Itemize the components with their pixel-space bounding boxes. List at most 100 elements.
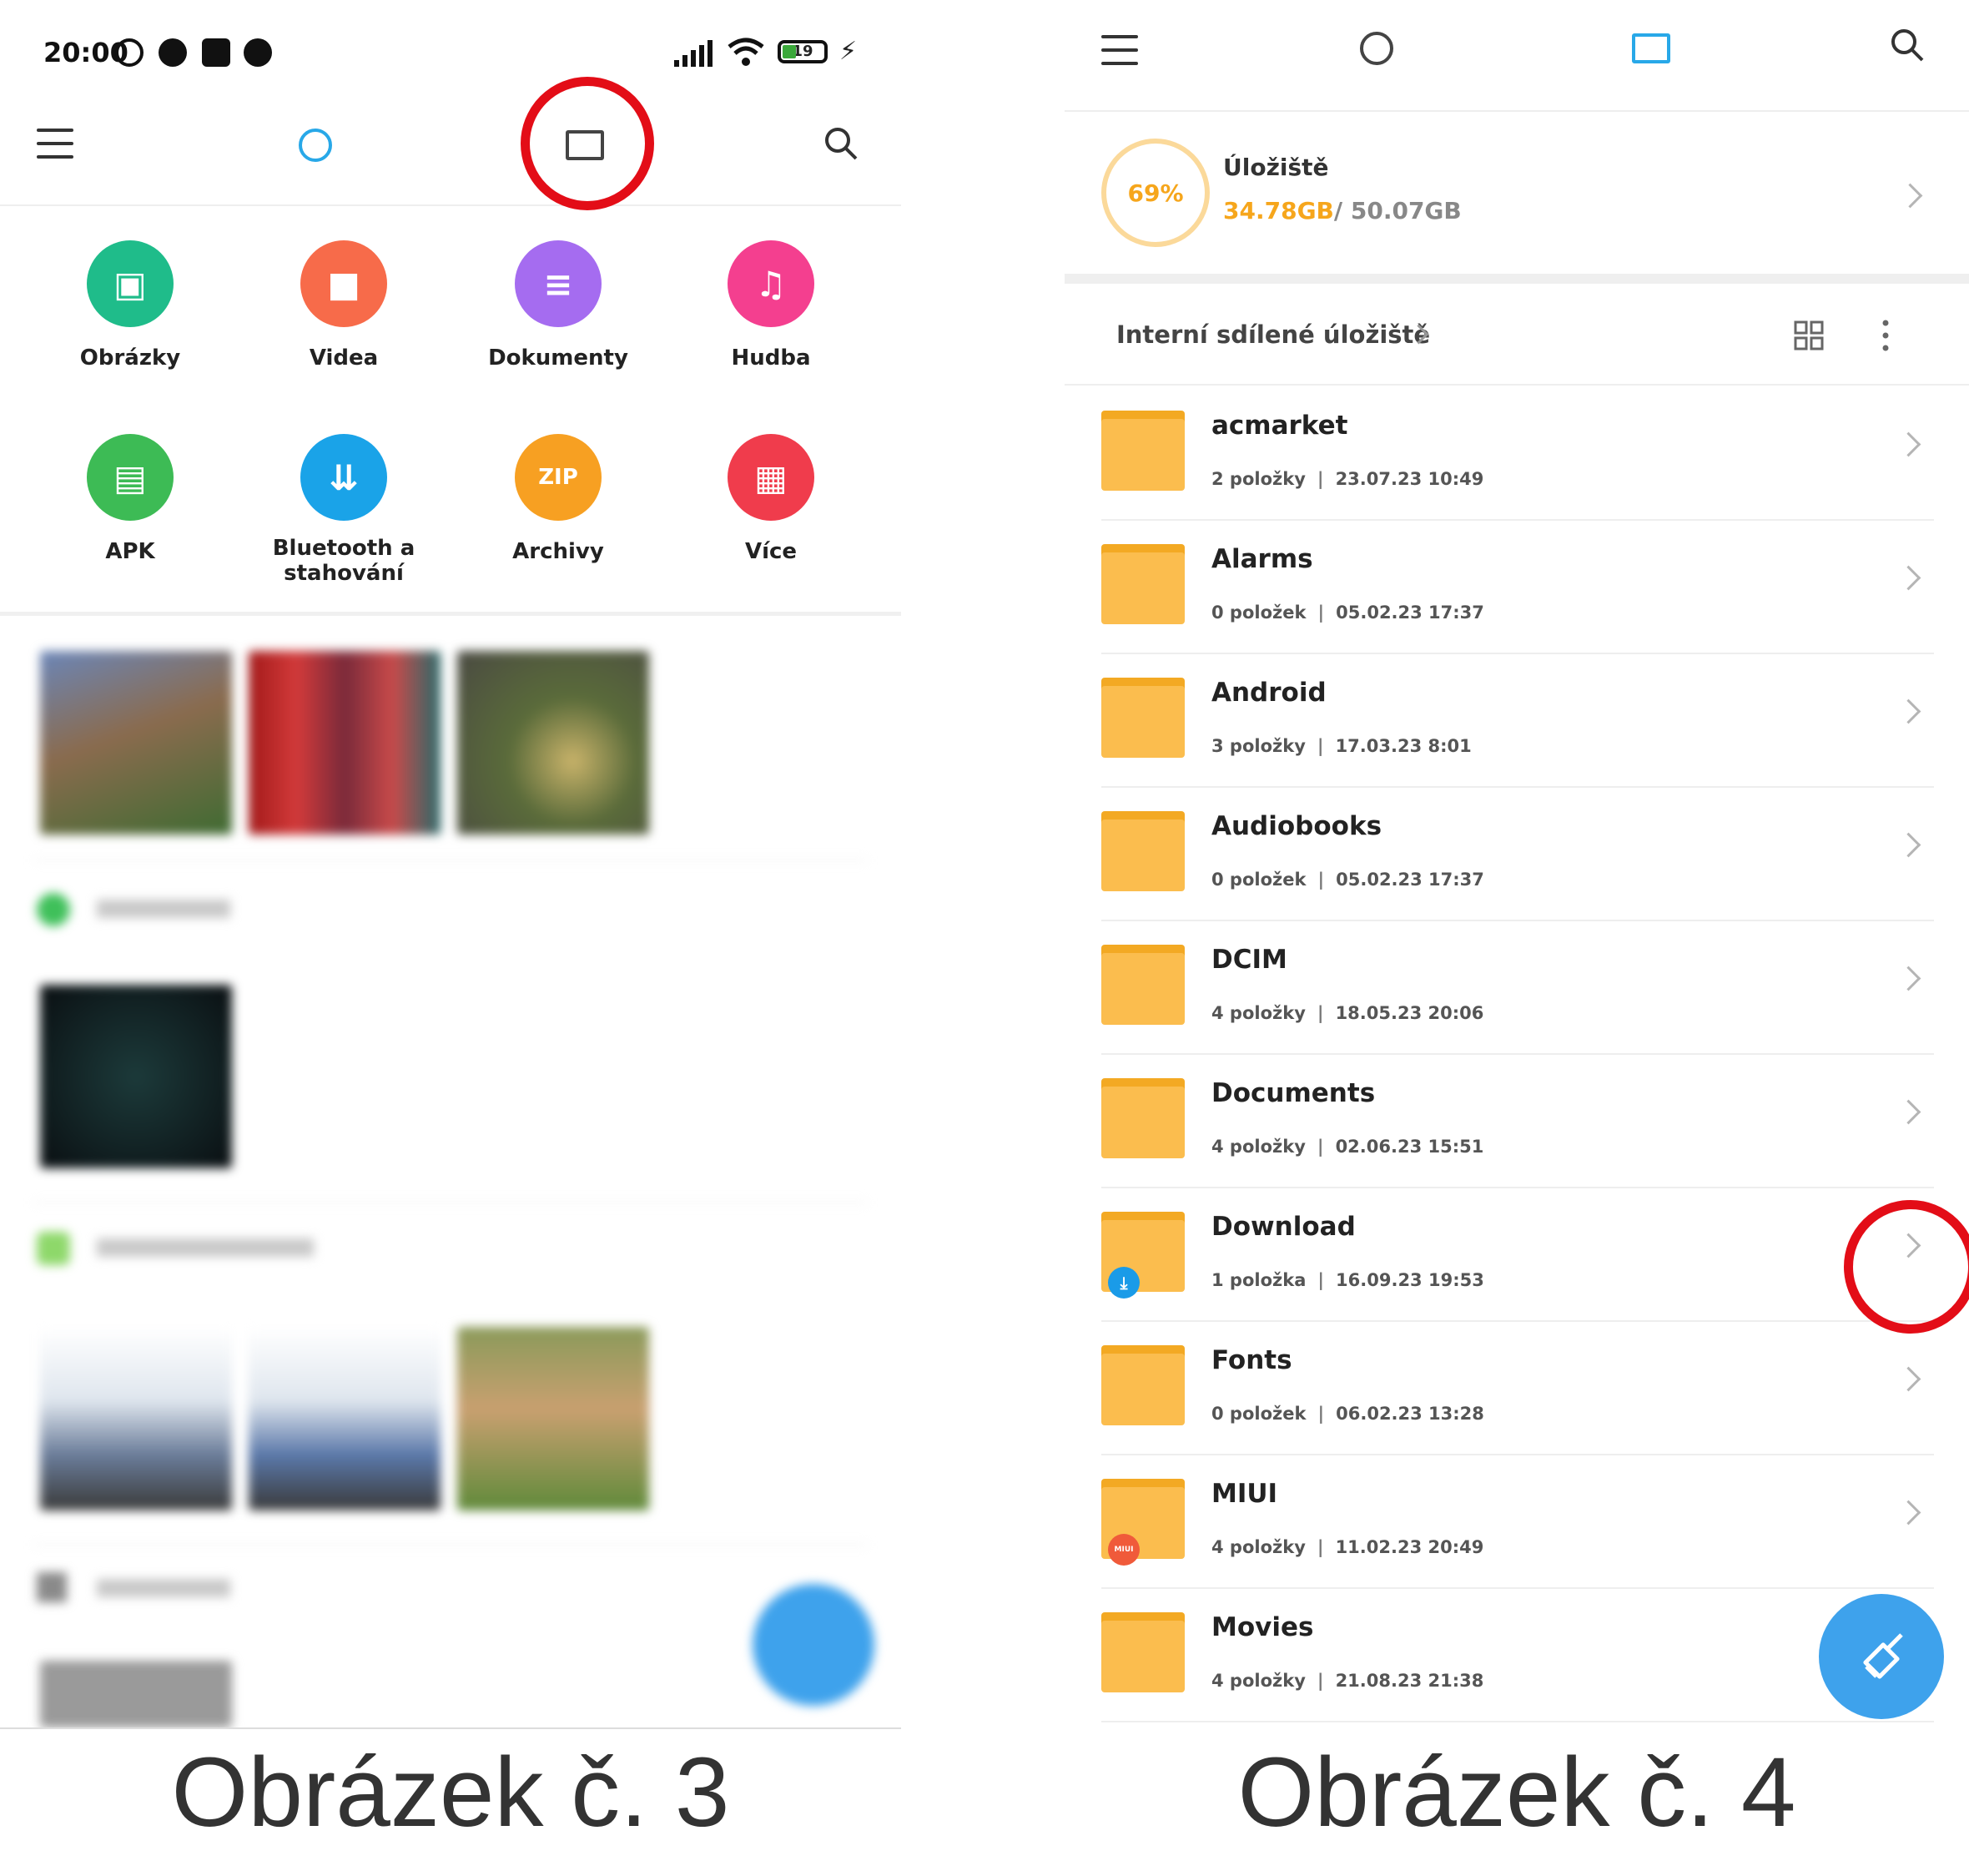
category-music[interactable]: ♫ Hudba [675, 240, 867, 371]
folder-meta: 4 položky | 11.02.23 20:49 [1211, 1537, 1484, 1557]
recent-thumbnail[interactable] [249, 1327, 441, 1510]
download-icon: ⇊ [300, 434, 387, 521]
folder-icon [1101, 1612, 1185, 1692]
image-icon: ▣ [87, 240, 174, 327]
category-apk[interactable]: ▤ APK [34, 434, 226, 564]
storage-card[interactable]: 69% Úložiště 34.78GB/ 50.07GB [1065, 112, 1969, 274]
folder-meta: 0 položek | 05.02.23 17:37 [1211, 603, 1484, 623]
recent-thumbnail[interactable] [40, 1661, 232, 1727]
recent-thumbnail[interactable] [457, 1327, 649, 1510]
category-videos[interactable]: ■ Videa [248, 240, 440, 371]
modified-date: 06.02.23 13:28 [1336, 1404, 1484, 1424]
search-icon[interactable] [1891, 28, 1924, 62]
menu-icon[interactable] [1101, 35, 1138, 75]
folder-meta: 4 položky | 18.05.23 20:06 [1211, 1003, 1484, 1023]
folder-icon [1101, 544, 1185, 624]
document-icon: ≡ [515, 240, 602, 327]
recent-thumbnail[interactable] [40, 1327, 232, 1510]
more-vert-icon[interactable] [1881, 319, 1891, 352]
folder-row-android[interactable]: Android 3 položky | 17.03.23 8:01 [1101, 653, 1934, 788]
folder-name: Audiobooks [1211, 811, 1382, 841]
category-images[interactable]: ▣ Obrázky [34, 240, 226, 371]
chevron-right-icon [1896, 565, 1921, 591]
folder-row-download[interactable]: ⤓ Download 1 položka | 16.09.23 19:53 [1101, 1187, 1934, 1322]
folder-row-alarms[interactable]: Alarms 0 položek | 05.02.23 17:37 [1101, 519, 1934, 654]
divider [33, 1202, 868, 1203]
wifi-icon [728, 38, 764, 66]
signal-icon [674, 40, 713, 67]
video-icon: ■ [300, 240, 387, 327]
folder-icon [1101, 1345, 1185, 1425]
modified-date: 11.02.23 20:49 [1335, 1537, 1484, 1557]
section-title-placeholder [97, 1579, 230, 1597]
recent-clock-icon[interactable] [299, 129, 332, 162]
folder-row-dcim[interactable]: DCIM 4 položky | 18.05.23 20:06 [1101, 920, 1934, 1055]
item-count: 3 položky [1211, 736, 1306, 756]
folder-meta: 3 položky | 17.03.23 8:01 [1211, 736, 1472, 756]
recent-thumbnail[interactable] [249, 651, 441, 835]
alarm-icon [115, 38, 144, 67]
category-archives[interactable]: ZIP Archivy [462, 434, 654, 564]
breadcrumb-current[interactable]: Interní sdílené úložiště [1116, 320, 1430, 349]
chevron-right-icon [1896, 1500, 1921, 1526]
storage-title: Úložiště [1223, 154, 1329, 181]
recent-thumbnail[interactable] [40, 651, 232, 835]
battery-indicator: 19 [778, 40, 828, 63]
folder-icon [1101, 811, 1185, 891]
folder-row-fonts[interactable]: Fonts 0 položek | 06.02.23 13:28 [1101, 1320, 1934, 1455]
modified-date: 02.06.23 15:51 [1335, 1137, 1484, 1157]
item-count: 4 položky [1211, 1003, 1306, 1023]
breadcrumb: Interní sdílené úložiště [1065, 284, 1969, 386]
category-label: APK [105, 539, 155, 564]
cleaner-fab[interactable] [753, 1584, 874, 1706]
app-icon [37, 893, 70, 926]
folder-row-audiobooks[interactable]: Audiobooks 0 položek | 05.02.23 17:37 [1101, 786, 1934, 921]
folder-row-miui[interactable]: MIUI MIUI 4 položky | 11.02.23 20:49 [1101, 1454, 1934, 1589]
chevron-right-icon [1896, 698, 1921, 724]
folder-name: acmarket [1211, 411, 1348, 441]
folder-name: DCIM [1211, 945, 1287, 975]
folder-icon: ⤓ [1101, 1212, 1185, 1299]
highlight-circle [521, 77, 654, 210]
more-grid-icon: ▦ [728, 434, 814, 521]
battery-fill [783, 45, 796, 58]
search-icon[interactable] [824, 127, 858, 160]
folder-meta: 4 položky | 02.06.23 15:51 [1211, 1137, 1484, 1157]
chevron-right-icon [1897, 183, 1923, 209]
folder-row-documents[interactable]: Documents 4 položky | 02.06.23 15:51 [1101, 1053, 1934, 1188]
folder-icon [1101, 1078, 1185, 1158]
recent-clock-icon[interactable] [1360, 32, 1393, 65]
chevron-right-icon [1896, 1366, 1921, 1392]
folder-row-movies[interactable]: Movies 4 položky | 21.08.23 21:38 [1101, 1587, 1934, 1722]
modified-date: 23.07.23 10:49 [1335, 469, 1484, 489]
folder-name: Fonts [1211, 1345, 1292, 1375]
chevron-right-icon [1896, 1099, 1921, 1125]
folder-tab-icon[interactable] [1632, 33, 1670, 63]
category-label: Videa [309, 345, 379, 371]
app-notification-icon-2 [244, 38, 272, 67]
recent-thumbnail[interactable] [40, 985, 232, 1168]
chevron-right-icon [1896, 431, 1921, 457]
caption-figure-4: Obrázek č. 4 [1237, 1737, 1796, 1848]
modified-date: 05.02.23 17:37 [1336, 603, 1484, 623]
modified-date: 18.05.23 20:06 [1335, 1003, 1484, 1023]
category-label: Bluetooth a stahování [272, 536, 415, 586]
folder-icon: MIUI [1101, 1479, 1185, 1566]
category-bluetooth-downloads[interactable]: ⇊ Bluetooth a stahování [248, 434, 440, 586]
item-count: 2 položky [1211, 469, 1306, 489]
menu-icon[interactable] [37, 129, 73, 169]
cleaner-fab[interactable] [1819, 1594, 1944, 1719]
section-title-placeholder [97, 1238, 314, 1257]
folder-row-acmarket[interactable]: acmarket 2 položky | 23.07.23 10:49 [1101, 386, 1934, 521]
folder-name: Alarms [1211, 544, 1313, 574]
folder-icon [1101, 945, 1185, 1025]
top-toolbar [1065, 0, 1969, 112]
grid-view-icon[interactable] [1794, 320, 1824, 350]
divider [33, 860, 868, 861]
folder-name: Android [1211, 678, 1327, 708]
zip-icon: ZIP [515, 434, 602, 521]
miui-badge-icon: MIUI [1108, 1534, 1140, 1566]
category-documents[interactable]: ≡ Dokumenty [462, 240, 654, 371]
recent-thumbnail[interactable] [457, 651, 649, 835]
category-more[interactable]: ▦ Více [675, 434, 867, 564]
